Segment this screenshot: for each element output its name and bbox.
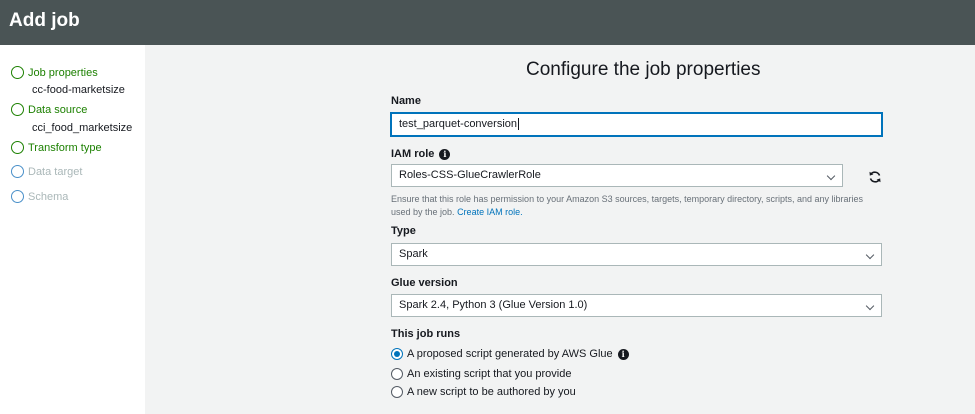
step-status-icon: [11, 190, 24, 203]
job-name-input[interactable]: test_parquet-conversion: [391, 113, 882, 136]
radio-new-script[interactable]: A new script to be authored by you: [391, 386, 576, 398]
step-label: Job properties: [28, 66, 98, 79]
step-job-properties[interactable]: Job properties: [11, 66, 98, 79]
step-sub-data-source: cci_food_marketsize: [32, 122, 133, 134]
iam-role-label: IAM role i: [391, 148, 451, 160]
iam-role-label-text: IAM role: [391, 148, 435, 160]
job-runs-label: This job runs: [391, 328, 461, 340]
step-status-icon: [11, 103, 24, 116]
job-name-value: test_parquet-conversion: [399, 118, 518, 130]
radio-button[interactable]: [391, 368, 403, 380]
radio-button[interactable]: [391, 386, 403, 398]
glue-version-value: Spark 2.4, Python 3 (Glue Version 1.0): [399, 299, 588, 311]
iam-role-help: Ensure that this role has permission to …: [391, 193, 871, 219]
chevron-down-icon: [826, 171, 836, 181]
radio-button[interactable]: [391, 348, 403, 360]
form-title: Configure the job properties: [526, 59, 761, 80]
radio-proposed-script[interactable]: A proposed script generated by AWS Glue …: [391, 348, 629, 360]
page-header: Add job: [0, 0, 975, 45]
wizard-sidebar: Job properties cc-food-marketsize Data s…: [0, 45, 145, 414]
info-icon[interactable]: i: [617, 348, 629, 360]
radio-label: An existing script that you provide: [407, 368, 572, 380]
step-label: Data source: [28, 103, 88, 116]
glue-version-select[interactable]: Spark 2.4, Python 3 (Glue Version 1.0): [391, 294, 882, 317]
type-select[interactable]: Spark: [391, 243, 882, 266]
radio-existing-script[interactable]: An existing script that you provide: [391, 368, 571, 380]
step-status-icon: [11, 165, 24, 178]
radio-label: A new script to be authored by you: [407, 386, 576, 398]
create-iam-role-link[interactable]: Create IAM role.: [457, 207, 523, 217]
chevron-down-icon: [865, 301, 875, 311]
step-sub-job-properties: cc-food-marketsize: [32, 84, 125, 96]
step-data-source[interactable]: Data source: [11, 103, 87, 116]
step-schema: Schema: [11, 190, 68, 203]
chevron-down-icon: [865, 250, 875, 260]
type-value: Spark: [399, 248, 428, 260]
step-label: Schema: [28, 190, 69, 203]
radio-label: A proposed script generated by AWS Glue: [407, 348, 613, 360]
iam-role-select[interactable]: Roles-CSS-GlueCrawlerRole: [391, 164, 843, 187]
iam-role-value: Roles-CSS-GlueCrawlerRole: [399, 169, 541, 181]
text-caret: [518, 118, 520, 131]
step-status-icon: [11, 66, 24, 79]
step-transform-type[interactable]: Transform type: [11, 141, 102, 154]
step-label: Data target: [28, 165, 83, 178]
step-status-icon: [11, 141, 24, 154]
info-icon[interactable]: i: [439, 148, 451, 160]
refresh-icon[interactable]: [868, 170, 882, 184]
page-title: Add job: [9, 10, 80, 31]
name-label: Name: [391, 95, 421, 107]
glue-version-label: Glue version: [391, 277, 458, 289]
step-data-target: Data target: [11, 165, 82, 178]
type-label: Type: [391, 225, 416, 237]
step-label: Transform type: [28, 141, 102, 154]
